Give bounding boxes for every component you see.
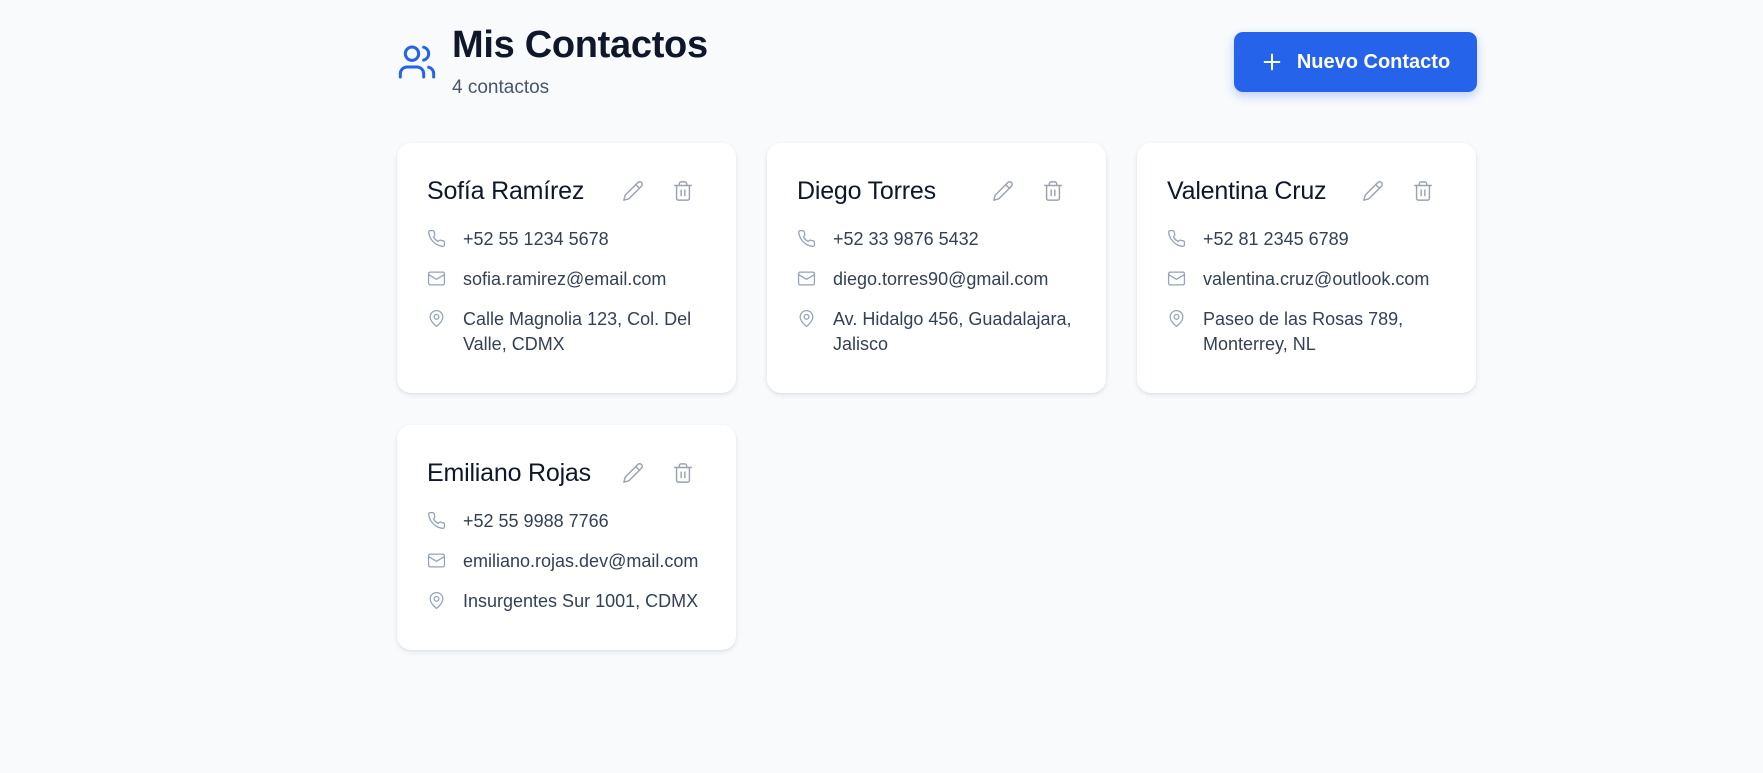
phone-row: +52 55 9988 7766 [427, 509, 706, 534]
contact-address: Insurgentes Sur 1001, CDMX [463, 591, 699, 611]
map-pin-icon [799, 309, 814, 328]
email-row: sofia.ramirez@email.com [427, 267, 706, 292]
contact-card: Diego Torres +52 33 9876 5432 diego.torr… [767, 143, 1106, 393]
mail-icon [427, 271, 446, 286]
plus-icon [1263, 53, 1281, 71]
card-header: Valentina Cruz [1167, 173, 1446, 209]
contact-email: sofia.ramirez@email.com [463, 269, 667, 289]
contact-email: diego.torres90@gmail.com [833, 269, 1049, 289]
address-row: Insurgentes Sur 1001, CDMX [427, 589, 706, 614]
contact-phone: +52 81 2345 6789 [1203, 229, 1349, 249]
phone-row: +52 33 9876 5432 [797, 227, 1076, 252]
map-pin-icon [1169, 309, 1184, 328]
new-contact-label: Nuevo Contacto [1296, 50, 1451, 73]
phone-row: +52 55 1234 5678 [427, 227, 706, 252]
contact-phone: +52 55 1234 5678 [463, 229, 609, 249]
delete-button[interactable] [1410, 178, 1436, 204]
mail-icon [427, 553, 446, 568]
pencil-icon [623, 463, 643, 483]
contact-name: Valentina Cruz [1167, 176, 1327, 205]
mail-icon [1167, 271, 1186, 286]
email-row: emiliano.rojas.dev@mail.com [427, 549, 706, 574]
contact-count: 4 contactos [452, 77, 550, 98]
mail-icon [797, 271, 816, 286]
card-actions [620, 178, 696, 204]
edit-button[interactable] [620, 178, 646, 204]
contact-address: Av. Hidalgo 456, Guadalajara, Jalisco [833, 309, 1072, 354]
contact-phone: +52 33 9876 5432 [833, 229, 979, 249]
phone-row: +52 81 2345 6789 [1167, 227, 1446, 252]
trash-icon [1044, 181, 1062, 201]
new-contact-button[interactable]: Nuevo Contacto [1234, 32, 1477, 92]
contact-name: Sofía Ramírez [427, 176, 585, 205]
delete-button[interactable] [1040, 178, 1066, 204]
phone-icon [1168, 229, 1186, 247]
pencil-icon [993, 181, 1013, 201]
contact-card: Sofía Ramírez +52 55 1234 5678 sofia.ram… [397, 143, 736, 393]
users-icon [397, 42, 437, 82]
contact-email: valentina.cruz@outlook.com [1203, 269, 1430, 289]
card-actions [1360, 178, 1436, 204]
delete-button[interactable] [670, 178, 696, 204]
contact-email: emiliano.rojas.dev@mail.com [463, 551, 699, 571]
map-pin-icon [429, 309, 444, 328]
contact-phone: +52 55 9988 7766 [463, 511, 609, 531]
delete-button[interactable] [670, 460, 696, 486]
contact-card: Emiliano Rojas +52 55 9988 7766 emiliano… [397, 425, 736, 650]
contacts-grid: Sofía Ramírez +52 55 1234 5678 sofia.ram… [397, 143, 1477, 650]
edit-button[interactable] [1360, 178, 1386, 204]
phone-icon [428, 229, 446, 247]
phone-icon [428, 511, 446, 529]
contact-name: Emiliano Rojas [427, 458, 591, 487]
contacts-page: Mis Contactos 4 contactos Nuevo Contacto… [397, 0, 1477, 650]
card-actions [990, 178, 1066, 204]
contact-address: Paseo de las Rosas 789, Monterrey, NL [1203, 309, 1404, 354]
trash-icon [674, 181, 692, 201]
address-row: Calle Magnolia 123, Col. Del Valle, CDMX [427, 307, 706, 357]
pencil-icon [1363, 181, 1383, 201]
map-pin-icon [429, 591, 444, 610]
trash-icon [674, 463, 692, 483]
email-row: diego.torres90@gmail.com [797, 267, 1076, 292]
contact-name: Diego Torres [797, 176, 936, 205]
phone-icon [798, 229, 816, 247]
contact-address: Calle Magnolia 123, Col. Del Valle, CDMX [463, 309, 692, 354]
page-title: Mis Contactos [452, 24, 708, 66]
edit-button[interactable] [620, 460, 646, 486]
card-header: Emiliano Rojas [427, 455, 706, 491]
email-row: valentina.cruz@outlook.com [1167, 267, 1446, 292]
card-header: Diego Torres [797, 173, 1076, 209]
contact-card: Valentina Cruz +52 81 2345 6789 valentin… [1137, 143, 1476, 393]
card-actions [620, 460, 696, 486]
address-row: Av. Hidalgo 456, Guadalajara, Jalisco [797, 307, 1076, 357]
card-header: Sofía Ramírez [427, 173, 706, 209]
edit-button[interactable] [990, 178, 1016, 204]
trash-icon [1414, 181, 1432, 201]
address-row: Paseo de las Rosas 789, Monterrey, NL [1167, 307, 1446, 357]
pencil-icon [623, 181, 643, 201]
page-header: Mis Contactos 4 contactos Nuevo Contacto [397, 0, 1477, 143]
